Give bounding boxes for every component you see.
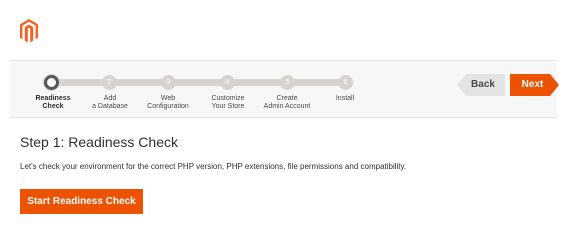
magento-logo-icon	[20, 19, 38, 43]
step-5-label: Create Admin Account	[263, 95, 311, 110]
step-4-label: Customize Your Store	[211, 95, 245, 110]
setup-wizard-bar: 2 3 4 5 6 Readiness Check Add a Database…	[10, 60, 557, 118]
progress-line	[48, 79, 348, 86]
step-1-indicator	[44, 75, 59, 90]
back-button[interactable]: Back	[457, 74, 505, 96]
step-2-label: Add a Database	[92, 95, 128, 110]
step-6-label: Install	[335, 95, 355, 102]
next-button[interactable]: Next	[510, 74, 559, 96]
step-3-indicator: 3	[161, 75, 176, 90]
page-title: Step 1: Readiness Check	[20, 134, 178, 150]
start-readiness-check-button[interactable]: Start Readiness Check	[20, 189, 143, 214]
step-2-indicator: 2	[102, 75, 117, 90]
step-6-indicator: 6	[338, 75, 353, 90]
step-description: Let's check your environment for the cor…	[20, 162, 407, 171]
step-1-label: Readiness Check	[35, 95, 71, 110]
step-5-indicator: 5	[280, 75, 295, 90]
step-4-indicator: 4	[220, 75, 235, 90]
step-3-label: Web Configuration	[147, 95, 189, 110]
